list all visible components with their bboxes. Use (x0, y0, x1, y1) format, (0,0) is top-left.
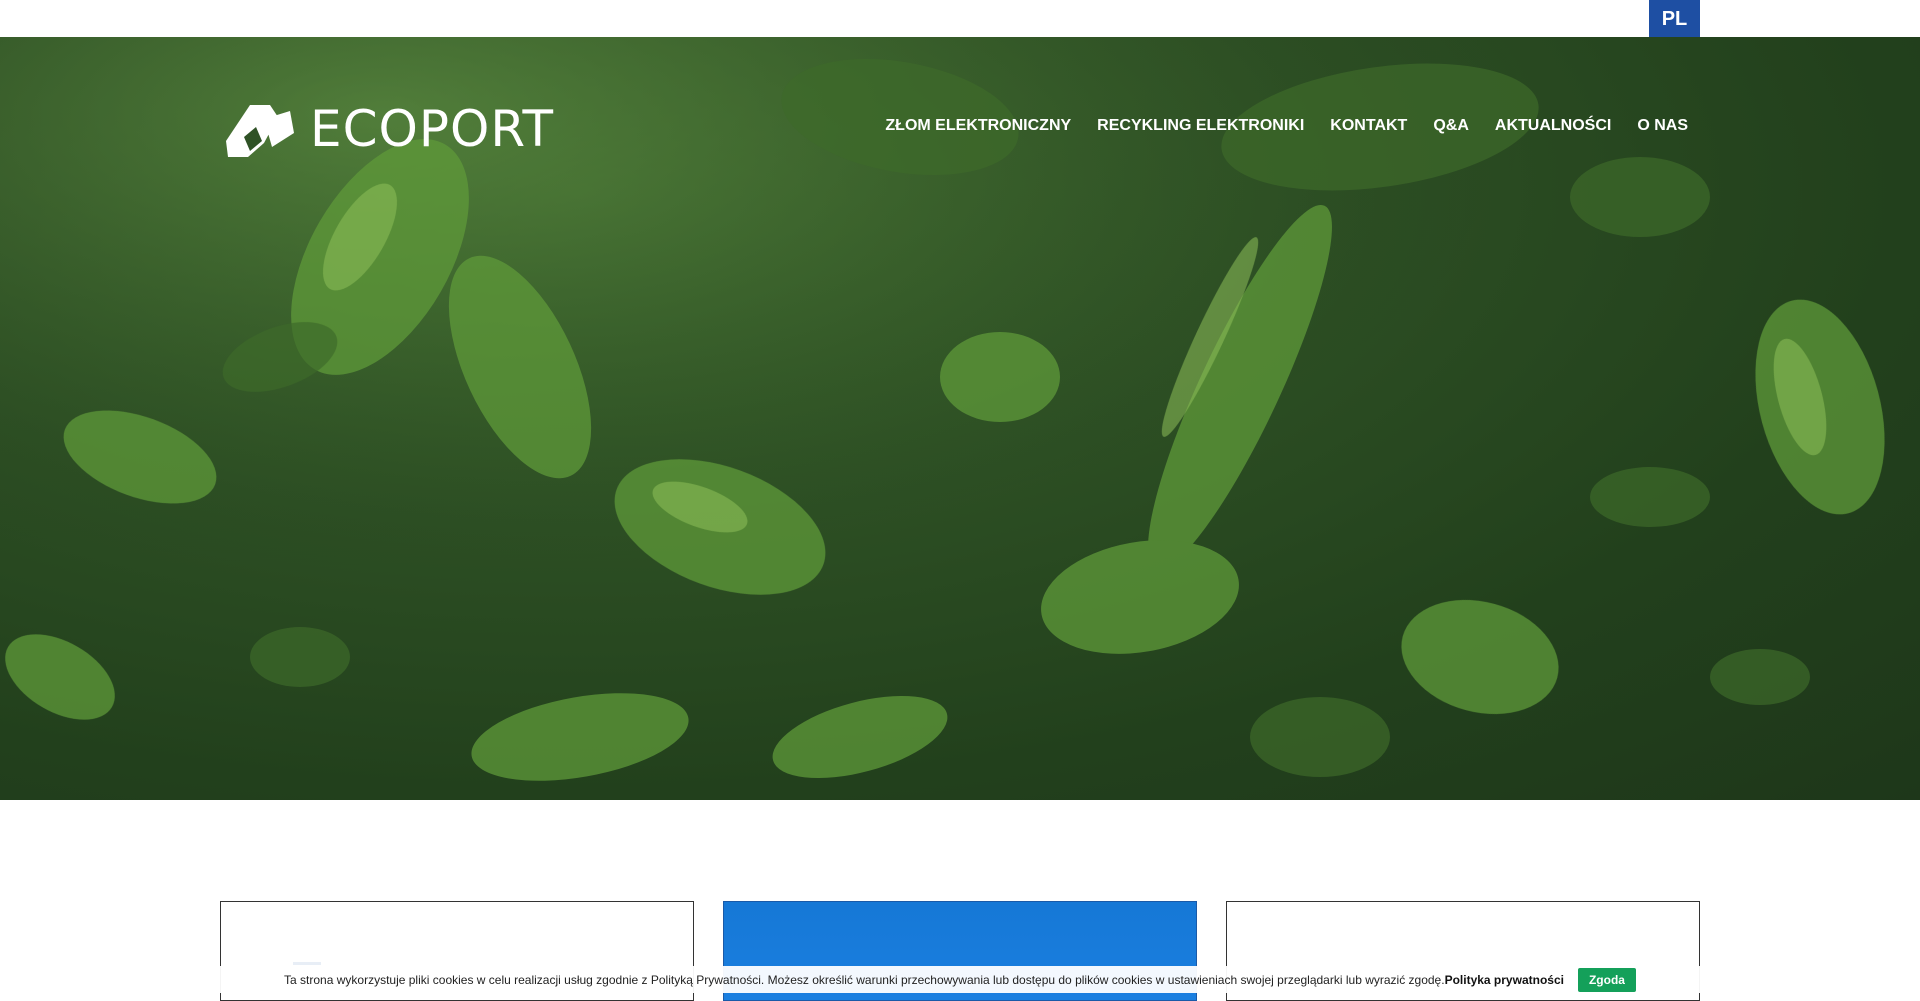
nav-qa[interactable]: Q&A (1433, 117, 1469, 135)
ecoport-logo-icon (226, 105, 294, 157)
accept-cookies-button[interactable]: Zgoda (1577, 967, 1636, 992)
brand-logo[interactable]: ECOPORT (220, 97, 554, 161)
language-switcher[interactable]: PL (1649, 0, 1700, 38)
nav-aktualnosci[interactable]: AKTUALNOŚCI (1495, 117, 1611, 135)
card-icon-placeholder (293, 962, 321, 965)
main-navigation: ZŁOM ELEKTRONICZNY RECYKLING ELEKTRONIKI… (859, 117, 1688, 135)
nav-o-nas[interactable]: O NAS (1637, 117, 1688, 135)
privacy-policy-link[interactable]: Polityka prywatności (1445, 973, 1564, 987)
cookie-banner: Ta strona wykorzystuje pliki cookies w c… (0, 966, 1920, 993)
hero-banner: ECOPORT ZŁOM ELEKTRONICZNY RECYKLING ELE… (0, 37, 1920, 800)
nav-kontakt[interactable]: KONTAKT (1330, 117, 1407, 135)
top-bar (0, 0, 1920, 37)
brand-name: ECOPORT (310, 100, 555, 158)
nav-zlom-elektroniczny[interactable]: ZŁOM ELEKTRONICZNY (885, 117, 1071, 135)
cookie-text: Ta strona wykorzystuje pliki cookies w c… (284, 972, 1445, 987)
nav-recykling-elektroniki[interactable]: RECYKLING ELEKTRONIKI (1097, 117, 1304, 135)
